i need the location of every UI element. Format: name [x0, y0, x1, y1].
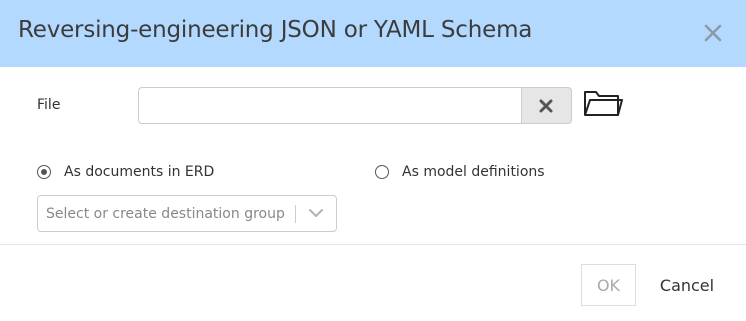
file-path-input[interactable]	[138, 87, 538, 124]
select-separator	[295, 205, 296, 223]
destination-group-placeholder: Select or create destination group	[46, 206, 285, 222]
cancel-button[interactable]: Cancel	[648, 264, 726, 306]
browse-file-button[interactable]	[583, 88, 623, 118]
dialog-title: Reversing-engineering JSON or YAML Schem…	[18, 17, 533, 43]
dialog-header: Reversing-engineering JSON or YAML Schem…	[0, 0, 746, 67]
clear-x-icon	[539, 99, 553, 113]
reverse-engineer-dialog: Reversing-engineering JSON or YAML Schem…	[0, 0, 746, 321]
radio-as-model-definitions[interactable]: As model definitions	[375, 162, 545, 182]
radio-button-unselected[interactable]	[375, 165, 389, 179]
close-icon	[704, 24, 722, 42]
clear-file-button[interactable]	[521, 87, 572, 124]
radio-as-model-definitions-label: As model definitions	[402, 164, 545, 180]
radio-as-documents-label: As documents in ERD	[64, 164, 215, 180]
close-button[interactable]	[700, 20, 726, 46]
ok-button[interactable]: OK	[581, 264, 636, 306]
radio-button-selected[interactable]	[37, 165, 51, 179]
file-label: File	[37, 97, 61, 113]
chevron-down-icon[interactable]	[308, 208, 324, 218]
destination-group-select[interactable]: Select or create destination group	[37, 195, 337, 232]
folder-icon	[584, 91, 623, 116]
radio-as-documents[interactable]: As documents in ERD	[37, 162, 214, 182]
footer-divider	[0, 244, 746, 245]
